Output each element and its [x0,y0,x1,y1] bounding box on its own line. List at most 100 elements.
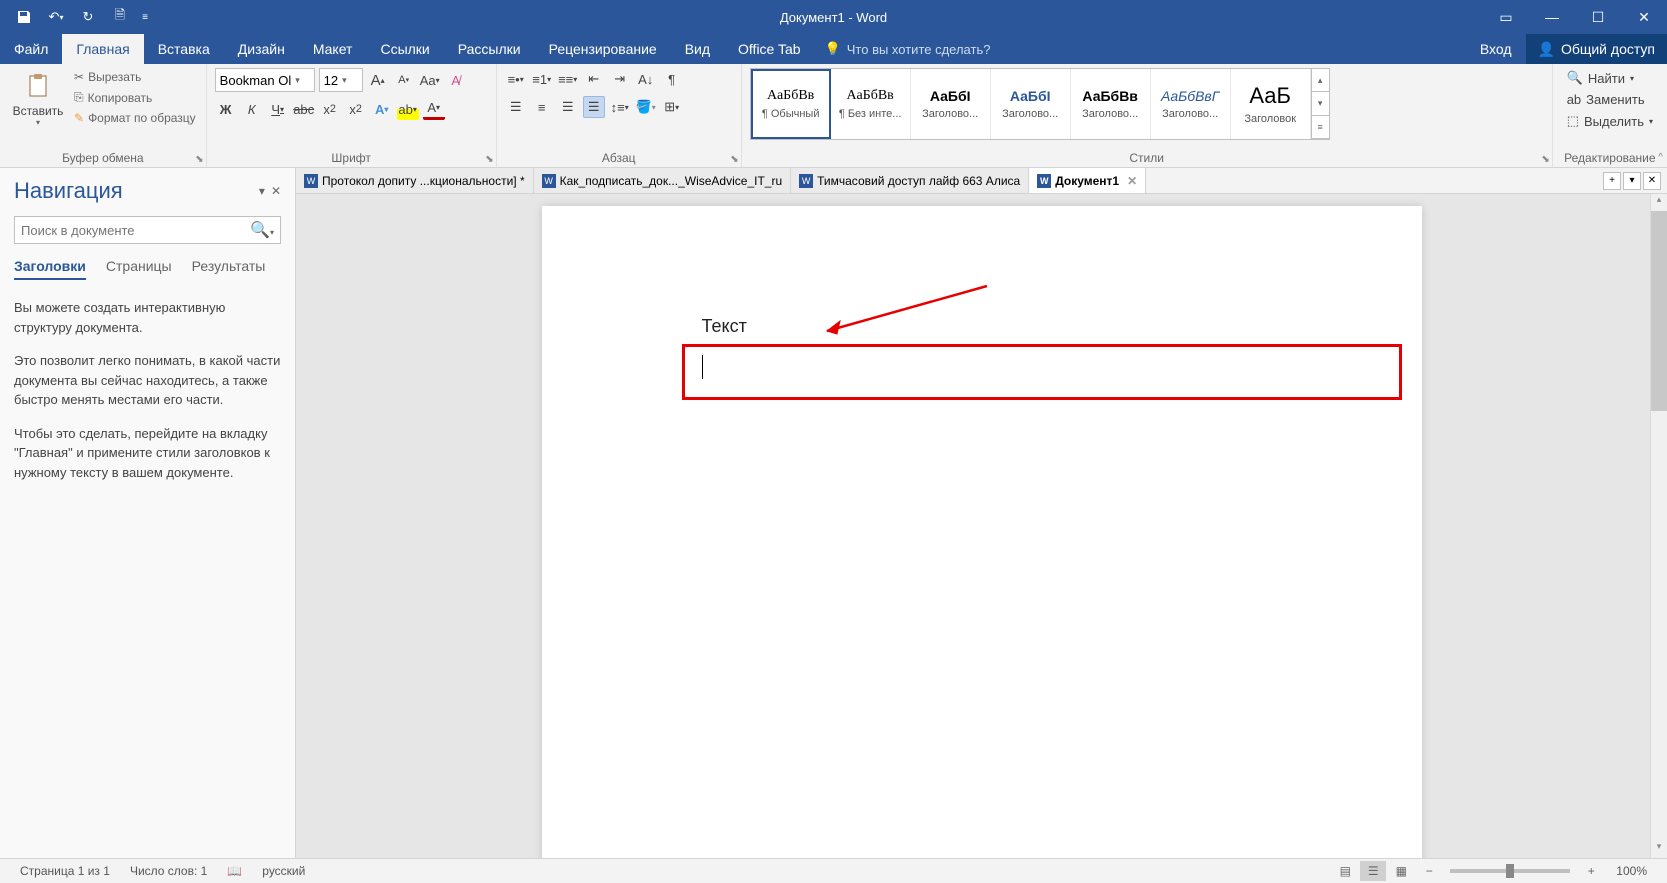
justify-button[interactable]: ☰ [583,96,605,118]
signin-button[interactable]: Вход [1466,34,1526,64]
close-tab-button[interactable]: ✕ [1643,172,1661,190]
menu-mailings[interactable]: Рассылки [444,34,535,64]
multilevel-button[interactable]: ≡≡▾ [557,68,579,90]
status-page[interactable]: Страница 1 из 1 [10,864,120,878]
font-launcher[interactable]: ⬊ [485,154,493,165]
text-effects-button[interactable]: A▾ [371,98,393,120]
grow-font-button[interactable]: A▴ [367,69,389,91]
menu-references[interactable]: Ссылки [366,34,443,64]
cut-button[interactable]: ✂Вырезать [72,68,198,86]
status-words[interactable]: Число слов: 1 [120,864,217,878]
menu-insert[interactable]: Вставка [144,34,224,64]
document-tab[interactable]: WТимчасовий доступ лайф 663 Алиса [791,168,1029,193]
paragraph-launcher[interactable]: ⬊ [730,154,738,165]
font-name-combo[interactable]: Bookman Ol▾ [215,68,315,92]
search-icon[interactable]: 🔍▾ [250,220,274,240]
style-item[interactable]: АаБЗаголовок [1231,69,1311,139]
zoom-in-button[interactable]: + [1578,861,1604,881]
paste-button[interactable]: Вставить ▾ [8,68,68,127]
align-right-button[interactable]: ☰ [557,96,579,118]
new-tab-button[interactable]: + [1603,172,1621,190]
increase-indent-button[interactable]: ⇥ [609,68,631,90]
maximize-button[interactable]: ☐ [1575,0,1621,34]
style-item[interactable]: АаБбІЗаголово... [911,69,991,139]
shrink-font-button[interactable]: A▾ [393,69,415,91]
zoom-level[interactable]: 100% [1606,864,1657,878]
share-button[interactable]: 👤 Общий доступ [1526,34,1667,64]
nav-search[interactable]: 🔍▾ [14,216,281,244]
close-button[interactable]: ✕ [1621,0,1667,34]
superscript-button[interactable]: x2 [345,98,367,120]
status-language[interactable]: русский [252,864,315,878]
change-case-button[interactable]: Aa▾ [419,69,441,91]
vertical-scrollbar[interactable]: ▴ ▾ [1650,194,1667,858]
numbering-button[interactable]: ≡1▾ [531,68,553,90]
format-painter-button[interactable]: ✎Формат по образцу [72,109,198,127]
style-item[interactable]: АаБбВв¶ Обычный [751,69,831,139]
menu-file[interactable]: Файл [0,34,62,64]
bullets-button[interactable]: ≡•▾ [505,68,527,90]
borders-button[interactable]: ⊞▾ [661,96,683,118]
align-left-button[interactable]: ☰ [505,96,527,118]
menu-review[interactable]: Рецензирование [535,34,671,64]
menu-home[interactable]: Главная [62,34,143,64]
italic-button[interactable]: К [241,98,263,120]
nav-menu-button[interactable]: ▾ [259,184,265,198]
show-marks-button[interactable]: ¶ [661,68,683,90]
status-spellcheck[interactable]: 📖 [217,864,252,878]
menu-design[interactable]: Дизайн [224,34,299,64]
zoom-slider[interactable] [1450,869,1570,873]
collapse-ribbon-button[interactable]: ^ [1658,152,1663,163]
align-center-button[interactable]: ≡ [531,96,553,118]
menu-view[interactable]: Вид [671,34,724,64]
replace-button[interactable]: abЗаменить [1565,90,1655,109]
print-preview-button[interactable]: 🗎 [106,3,134,31]
document-tab[interactable]: WКак_подписать_док..._WiseAdvice_IT_ru [534,168,792,193]
style-item[interactable]: АаБбВвГЗаголово... [1151,69,1231,139]
redo-button[interactable]: ↻ [74,3,102,31]
decrease-indent-button[interactable]: ⇤ [583,68,605,90]
sort-button[interactable]: A↓ [635,68,657,90]
nav-close-button[interactable]: ✕ [271,184,281,198]
gallery-down[interactable]: ▾ [1312,92,1329,115]
save-button[interactable] [10,3,38,31]
nav-tab-pages[interactable]: Страницы [106,258,172,280]
qat-customize[interactable]: ≡ [138,3,152,31]
line-spacing-button[interactable]: ↕≡▾ [609,96,631,118]
select-button[interactable]: ⬚Выделить▾ [1565,111,1655,131]
view-print-button[interactable]: ☰ [1360,861,1386,881]
document-tab[interactable]: WПротокол допиту ...кциональности] * [296,168,534,193]
style-item[interactable]: АаБбВв¶ Без инте... [831,69,911,139]
undo-button[interactable]: ↶ ▾ [42,3,70,31]
menu-layout[interactable]: Макет [299,34,367,64]
highlight-button[interactable]: ab▾ [397,98,419,120]
menu-office-tab[interactable]: Office Tab [724,34,815,64]
style-item[interactable]: АаБбВвЗаголово... [1071,69,1151,139]
gallery-up[interactable]: ▴ [1312,69,1329,92]
strike-button[interactable]: abc [293,98,315,120]
styles-launcher[interactable]: ⬊ [1541,154,1549,165]
document-area[interactable]: Текст ▴ ▾ [296,194,1667,858]
subscript-button[interactable]: x2 [319,98,341,120]
nav-tab-results[interactable]: Результаты [192,258,266,280]
style-item[interactable]: АаБбІЗаголово... [991,69,1071,139]
ribbon-display-options[interactable]: ▭ [1483,0,1529,34]
font-color-button[interactable]: A▾ [423,98,445,120]
zoom-out-button[interactable]: − [1416,861,1442,881]
clipboard-launcher[interactable]: ⬊ [195,154,203,165]
nav-tab-headings[interactable]: Заголовки [14,258,86,280]
tab-list-button[interactable]: ▾ [1623,172,1641,190]
nav-search-input[interactable] [21,223,250,238]
underline-button[interactable]: Ч▾ [267,98,289,120]
minimize-button[interactable]: — [1529,0,1575,34]
view-web-button[interactable]: ▦ [1388,861,1414,881]
find-button[interactable]: 🔍Найти▾ [1565,68,1655,88]
shading-button[interactable]: 🪣▾ [635,96,657,118]
document-tab[interactable]: WДокумент1✕ [1029,168,1146,193]
close-icon[interactable]: ✕ [1127,174,1137,188]
page[interactable]: Текст [542,206,1422,858]
copy-button[interactable]: ⎘Копировать [72,88,198,107]
tell-me-search[interactable]: 💡 Что вы хотите сделать? [815,41,1001,57]
bold-button[interactable]: Ж [215,98,237,120]
view-read-button[interactable]: ▤ [1332,861,1358,881]
